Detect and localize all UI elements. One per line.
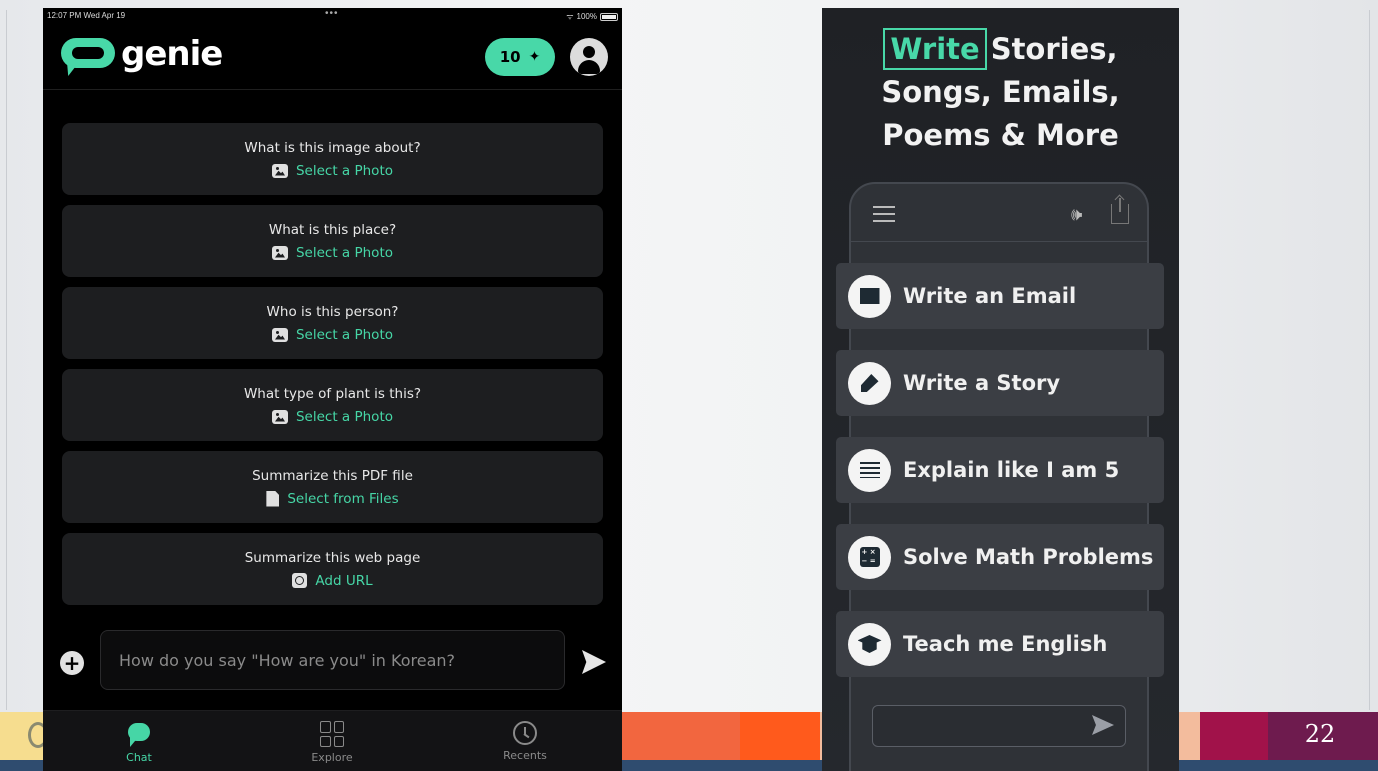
tab-chat[interactable]: Chat [79,721,199,764]
card-action[interactable]: Select a Photo [271,327,393,343]
send-icon[interactable] [582,650,606,674]
genie-app-screenshot: 12:07 PM Wed Apr 19 ••• ᯤ 100% genie 10 … [43,8,622,771]
card-question: What is this image about? [244,139,421,156]
genie-mark-icon [61,38,115,76]
card-action[interactable]: Select a Photo [271,245,393,261]
photo-icon [271,245,288,260]
suggestion-cards: What is this image about? Select a Photo… [62,123,603,615]
tab-label: Recents [503,749,547,762]
card-action[interactable]: Add URL [292,573,373,589]
suggestion-card[interactable]: Summarize this PDF file Select from File… [62,451,603,523]
card-question: Summarize this web page [244,549,421,566]
add-attachment-button[interactable]: + [60,651,84,675]
prompt-label: Write a Story [903,371,1061,395]
calculator-icon [848,535,891,579]
status-time: 12:07 PM Wed Apr 19 [47,11,126,20]
card-question: Who is this person? [266,303,399,320]
mail-icon [848,274,891,318]
genie-logo: genie [61,34,223,76]
suggestion-card[interactable]: What is this image about? Select a Photo [62,123,603,195]
slide-page-number: 22 [1304,720,1336,748]
person-icon [583,46,595,58]
prompt-write-story[interactable]: Write a Story [836,350,1164,416]
status-bar: 12:07 PM Wed Apr 19 ••• ᯤ 100% [43,8,622,24]
photo-icon [271,327,288,342]
card-action[interactable]: Select from Files [266,490,399,507]
photo-icon [271,409,288,424]
app-header: genie 10 ✦ [43,24,622,90]
prompt-list: Write an Email Write a Story Explain lik… [836,263,1164,698]
suggestion-card[interactable]: Summarize this web page Add URL [62,533,603,605]
prompt-write-email[interactable]: Write an Email [836,263,1164,329]
photo-icon [271,163,288,178]
link-icon [292,573,308,588]
promo-headline: Write Stories, Songs, Emails, Poems & Mor… [822,28,1179,157]
status-right: ᯤ 100% [566,11,618,22]
tab-explore[interactable]: Explore [272,721,392,764]
tab-label: Chat [126,751,152,764]
prompt-solve-math[interactable]: Solve Math Problems [836,524,1164,590]
suggestion-card[interactable]: What is this place? Select a Photo [62,205,603,277]
prompt-explain-like-5[interactable]: Explain like I am 5 [836,437,1164,503]
pen-icon [848,361,891,405]
credits-button[interactable]: 10 ✦ [485,38,555,76]
phone-toolbar: 🕪 [851,184,1147,242]
sparkle-icon: ✦ [528,49,541,65]
headline-highlight: Write [883,28,987,70]
suggestion-card[interactable]: Who is this person? Select a Photo [62,287,603,359]
band-segment [1200,712,1268,760]
brand-name: genie [121,34,223,74]
profile-avatar-button[interactable] [570,38,608,76]
prompt-label: Write an Email [903,284,1077,308]
prompt-label: Solve Math Problems [903,545,1154,569]
credits-count: 10 [499,48,521,66]
file-icon [266,490,280,507]
battery-icon [600,12,618,21]
tab-label: Explore [311,751,353,764]
card-question: Summarize this PDF file [252,467,413,484]
tab-bar: Chat Explore Recents [43,710,622,771]
prompt-label: Teach me English [903,632,1108,656]
share-icon[interactable] [1111,198,1129,224]
promo-screenshot: Write Stories, Songs, Emails, Poems & Mor… [822,8,1179,771]
promo-text-input[interactable] [872,705,1126,747]
graduation-cap-icon [848,622,891,666]
tab-recents[interactable]: Recents [465,721,585,762]
card-action[interactable]: Select a Photo [271,163,393,179]
suggestion-card[interactable]: What type of plant is this? Select a Pho… [62,369,603,441]
wifi-icon: ᯤ [566,12,574,21]
card-question: What type of plant is this? [243,385,422,402]
grid-icon [320,721,344,747]
battery-percent: 100% [576,12,597,21]
history-icon [513,721,537,745]
band-segment [740,712,820,760]
chat-bubble-icon [126,721,152,747]
speaker-icon[interactable]: 🕪 [1071,204,1082,225]
prompt-teach-english[interactable]: Teach me English [836,611,1164,677]
card-question: What is this place? [268,221,397,238]
prompt-label: Explain like I am 5 [903,458,1120,482]
text-lines-icon [848,448,891,492]
band-segment [610,712,740,760]
chat-input[interactable] [100,630,565,690]
card-action[interactable]: Select a Photo [271,409,393,425]
hamburger-menu-icon[interactable] [873,206,895,222]
multitasking-dots[interactable]: ••• [325,8,339,19]
